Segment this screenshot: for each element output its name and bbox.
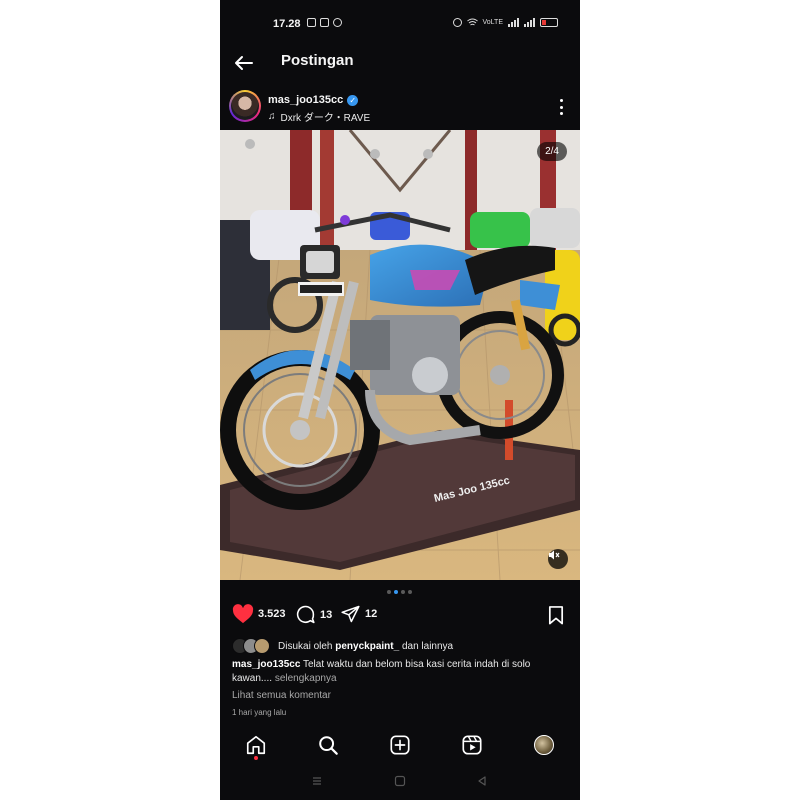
bottom-nav [220,730,580,762]
liked-prefix: Disukai oleh [278,640,333,652]
wifi-icon [466,18,478,26]
view-all-comments-link[interactable]: Lihat semua komentar [232,690,331,701]
username-label[interactable]: mas_joo135cc [268,94,343,106]
carousel-dot-active [394,590,398,594]
post-image[interactable]: Mas Joo 135cc 2/4 [220,130,580,580]
carousel-dot [408,590,412,594]
notification-icons [307,18,342,27]
more-options-icon[interactable] [560,99,564,115]
caption-username[interactable]: mas_joo135cc [232,659,300,670]
share-action[interactable]: 12 [340,604,377,624]
page-title: Postingan [281,52,354,69]
bookmark-icon[interactable] [548,606,564,630]
shares-count[interactable]: 12 [365,608,377,620]
caption[interactable]: mas_joo135cc Telat waktu dan belom bisa … [232,658,562,686]
liked-user[interactable]: penyckpaint_ [335,641,399,652]
whatsapp-notif-icon [333,18,342,27]
comments-count[interactable]: 13 [320,609,332,621]
post-header: mas_joo135cc ✓ ♫ Dxrk ダーク・RAVE [220,88,580,128]
heart-icon[interactable] [232,604,254,624]
page-header: Postingan [220,46,580,80]
signal-icon [508,18,519,27]
reels-icon[interactable] [460,733,484,757]
phone-screen: 17.28 VoLTE Postingan mas_joo135cc ✓ ♫ D… [220,0,580,800]
music-note-icon: ♫ [268,111,276,122]
music-title[interactable]: Dxrk ダーク・RAVE [281,109,371,124]
notification-dot [254,756,258,760]
signal-icon [524,18,535,27]
music-info[interactable]: ♫ Dxrk ダーク・RAVE [268,109,370,124]
app-notif-icon [307,18,316,27]
status-time: 17.28 [273,18,301,30]
avatar[interactable] [229,90,261,122]
system-icons: VoLTE [452,18,558,27]
instagram-notif-icon [320,18,329,27]
profile-avatar[interactable] [532,733,556,757]
arrow-left-icon[interactable] [232,51,256,75]
home-icon[interactable] [244,733,268,760]
system-nav-bar [220,770,580,794]
carousel-dot [387,590,391,594]
battery-icon [540,18,558,27]
recents-icon[interactable] [310,774,324,788]
liked-by[interactable]: Disukai oleh penyckpaint_ dan lainnya [232,638,453,654]
post-username[interactable]: mas_joo135cc ✓ [268,94,359,106]
liked-by-text[interactable]: Disukai oleh penyckpaint_ dan lainnya [278,641,453,652]
volte-icon: VoLTE [482,19,504,26]
carousel-dot [401,590,405,594]
carousel-indicator [387,590,412,594]
post-timestamp: 1 hari yang lalu [232,708,287,717]
like-action[interactable]: 3.523 [232,604,286,624]
create-icon[interactable] [388,733,412,757]
home-button-icon[interactable] [393,774,407,788]
share-icon[interactable] [340,604,361,624]
search-icon[interactable] [316,733,340,757]
image-counter: 2/4 [537,142,567,161]
alarm-icon [452,18,462,27]
post-actions: 3.523 13 12 [220,604,580,630]
liked-suffix[interactable]: dan lainnya [402,641,453,652]
comment-action[interactable]: 13 [295,604,332,625]
likes-count[interactable]: 3.523 [258,608,286,620]
comment-icon[interactable] [295,604,316,625]
caption-more-link[interactable]: selengkapnya [275,673,337,684]
liker-avatar [254,638,270,654]
status-bar: 17.28 VoLTE [220,0,580,46]
verified-badge-icon: ✓ [347,94,359,106]
back-button-icon[interactable] [475,774,489,788]
mute-icon[interactable] [548,549,568,569]
